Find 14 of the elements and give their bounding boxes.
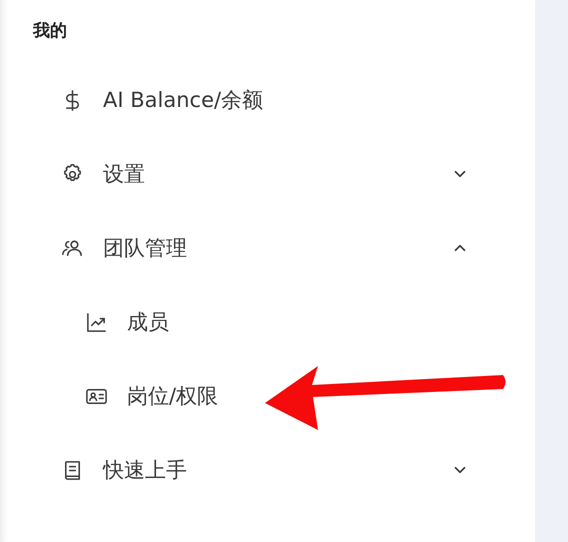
menu-item[interactable]: AI Balance/余额 bbox=[0, 63, 535, 137]
section-title: 我的 bbox=[33, 20, 68, 42]
menu-item[interactable]: 设置 bbox=[0, 137, 535, 211]
menu-label: 成员 bbox=[127, 309, 170, 336]
menu-label: AI Balance/余额 bbox=[103, 87, 264, 114]
menu-label: 团队管理 bbox=[103, 235, 188, 262]
menu-label: 岗位/权限 bbox=[127, 383, 220, 410]
submenu-item[interactable]: 岗位/权限 bbox=[0, 359, 535, 433]
menu-label: 快速上手 bbox=[103, 457, 188, 484]
chart-icon bbox=[85, 310, 108, 334]
submenu-item[interactable]: 成员 bbox=[0, 285, 535, 359]
menu-item[interactable]: 快速上手 bbox=[0, 433, 535, 507]
menu-item[interactable]: 团队管理 bbox=[0, 211, 535, 285]
menu-label: 设置 bbox=[103, 161, 146, 188]
